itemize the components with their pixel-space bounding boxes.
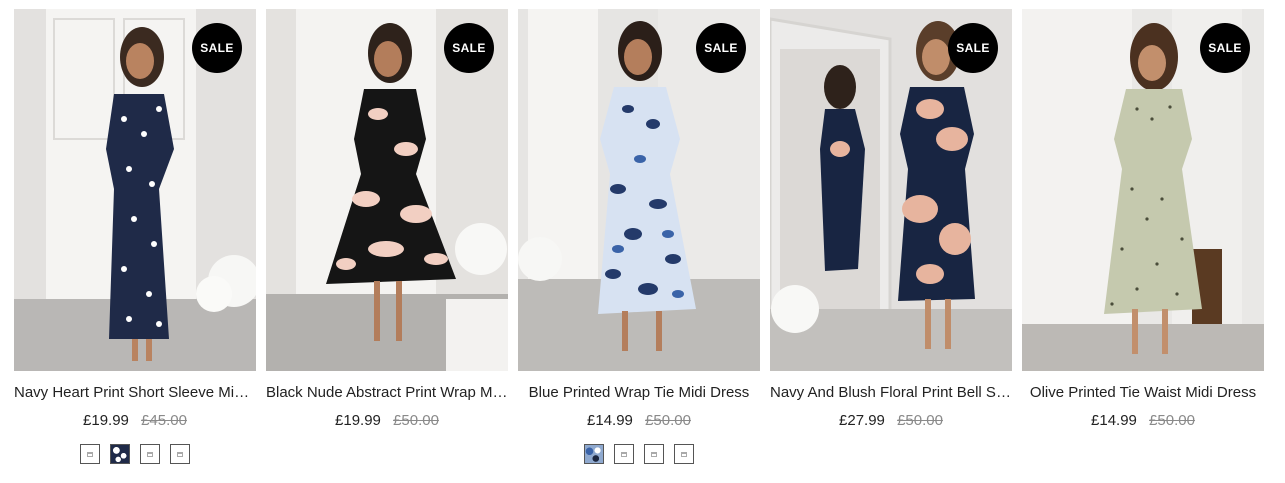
sale-badge: SALE [1200,23,1250,73]
product-title[interactable]: Black Nude Abstract Print Wrap Midi Dres… [266,383,508,403]
sale-price: £19.99 [335,412,381,429]
sale-price: £14.99 [1091,412,1137,429]
sale-badge: SALE [444,23,494,73]
color-swatch[interactable] [80,444,100,464]
product-card[interactable]: SALE Black Nude Abstract Print Wrap Midi… [266,9,508,431]
color-swatch[interactable] [614,444,634,464]
original-price: £50.00 [897,412,943,429]
product-prices: £14.99 £50.00 [518,411,760,431]
sale-badge: SALE [696,23,746,73]
product-image[interactable]: SALE [14,9,256,371]
product-card[interactable]: SALE Navy Heart Print Short Sleeve Midi … [14,9,256,464]
product-card[interactable]: SALE Navy And Blush Floral Print Bell Sl… [770,9,1012,431]
broken-image-icon [87,451,93,457]
original-price: £45.00 [141,412,187,429]
color-swatch[interactable] [644,444,664,464]
original-price: £50.00 [393,412,439,429]
product-title[interactable]: Navy And Blush Floral Print Bell Sleeve … [770,383,1012,403]
product-title[interactable]: Olive Printed Tie Waist Midi Dress [1022,383,1264,403]
product-image[interactable]: SALE [518,9,760,371]
product-card[interactable]: SALE Olive Printed Tie Waist Midi Dress … [1022,9,1264,431]
product-title[interactable]: Blue Printed Wrap Tie Midi Dress [518,383,760,403]
original-price: £50.00 [645,412,691,429]
product-grid: SALE Navy Heart Print Short Sleeve Midi … [0,0,1285,483]
color-swatch-selected[interactable] [110,444,130,464]
product-prices: £19.99 £45.00 [14,411,256,431]
sale-badge: SALE [192,23,242,73]
original-price: £50.00 [1149,412,1195,429]
product-image[interactable]: SALE [266,9,508,371]
product-prices: £27.99 £50.00 [770,411,1012,431]
color-swatch[interactable] [674,444,694,464]
color-swatch[interactable] [170,444,190,464]
sale-price: £27.99 [839,412,885,429]
product-prices: £14.99 £50.00 [1022,411,1264,431]
broken-image-icon [621,451,627,457]
product-image[interactable]: SALE [1022,9,1264,371]
broken-image-icon [177,451,183,457]
broken-image-icon [651,451,657,457]
product-image[interactable]: SALE [770,9,1012,371]
sale-price: £14.99 [587,412,633,429]
product-title[interactable]: Navy Heart Print Short Sleeve Midi Dress [14,383,256,403]
color-swatches [14,444,256,464]
color-swatch-selected[interactable] [584,444,604,464]
broken-image-icon [681,451,687,457]
sale-badge: SALE [948,23,998,73]
color-swatch[interactable] [140,444,160,464]
color-swatches [518,444,760,464]
broken-image-icon [147,451,153,457]
sale-price: £19.99 [83,412,129,429]
product-prices: £19.99 £50.00 [266,411,508,431]
product-card[interactable]: SALE Blue Printed Wrap Tie Midi Dress £1… [518,9,760,464]
